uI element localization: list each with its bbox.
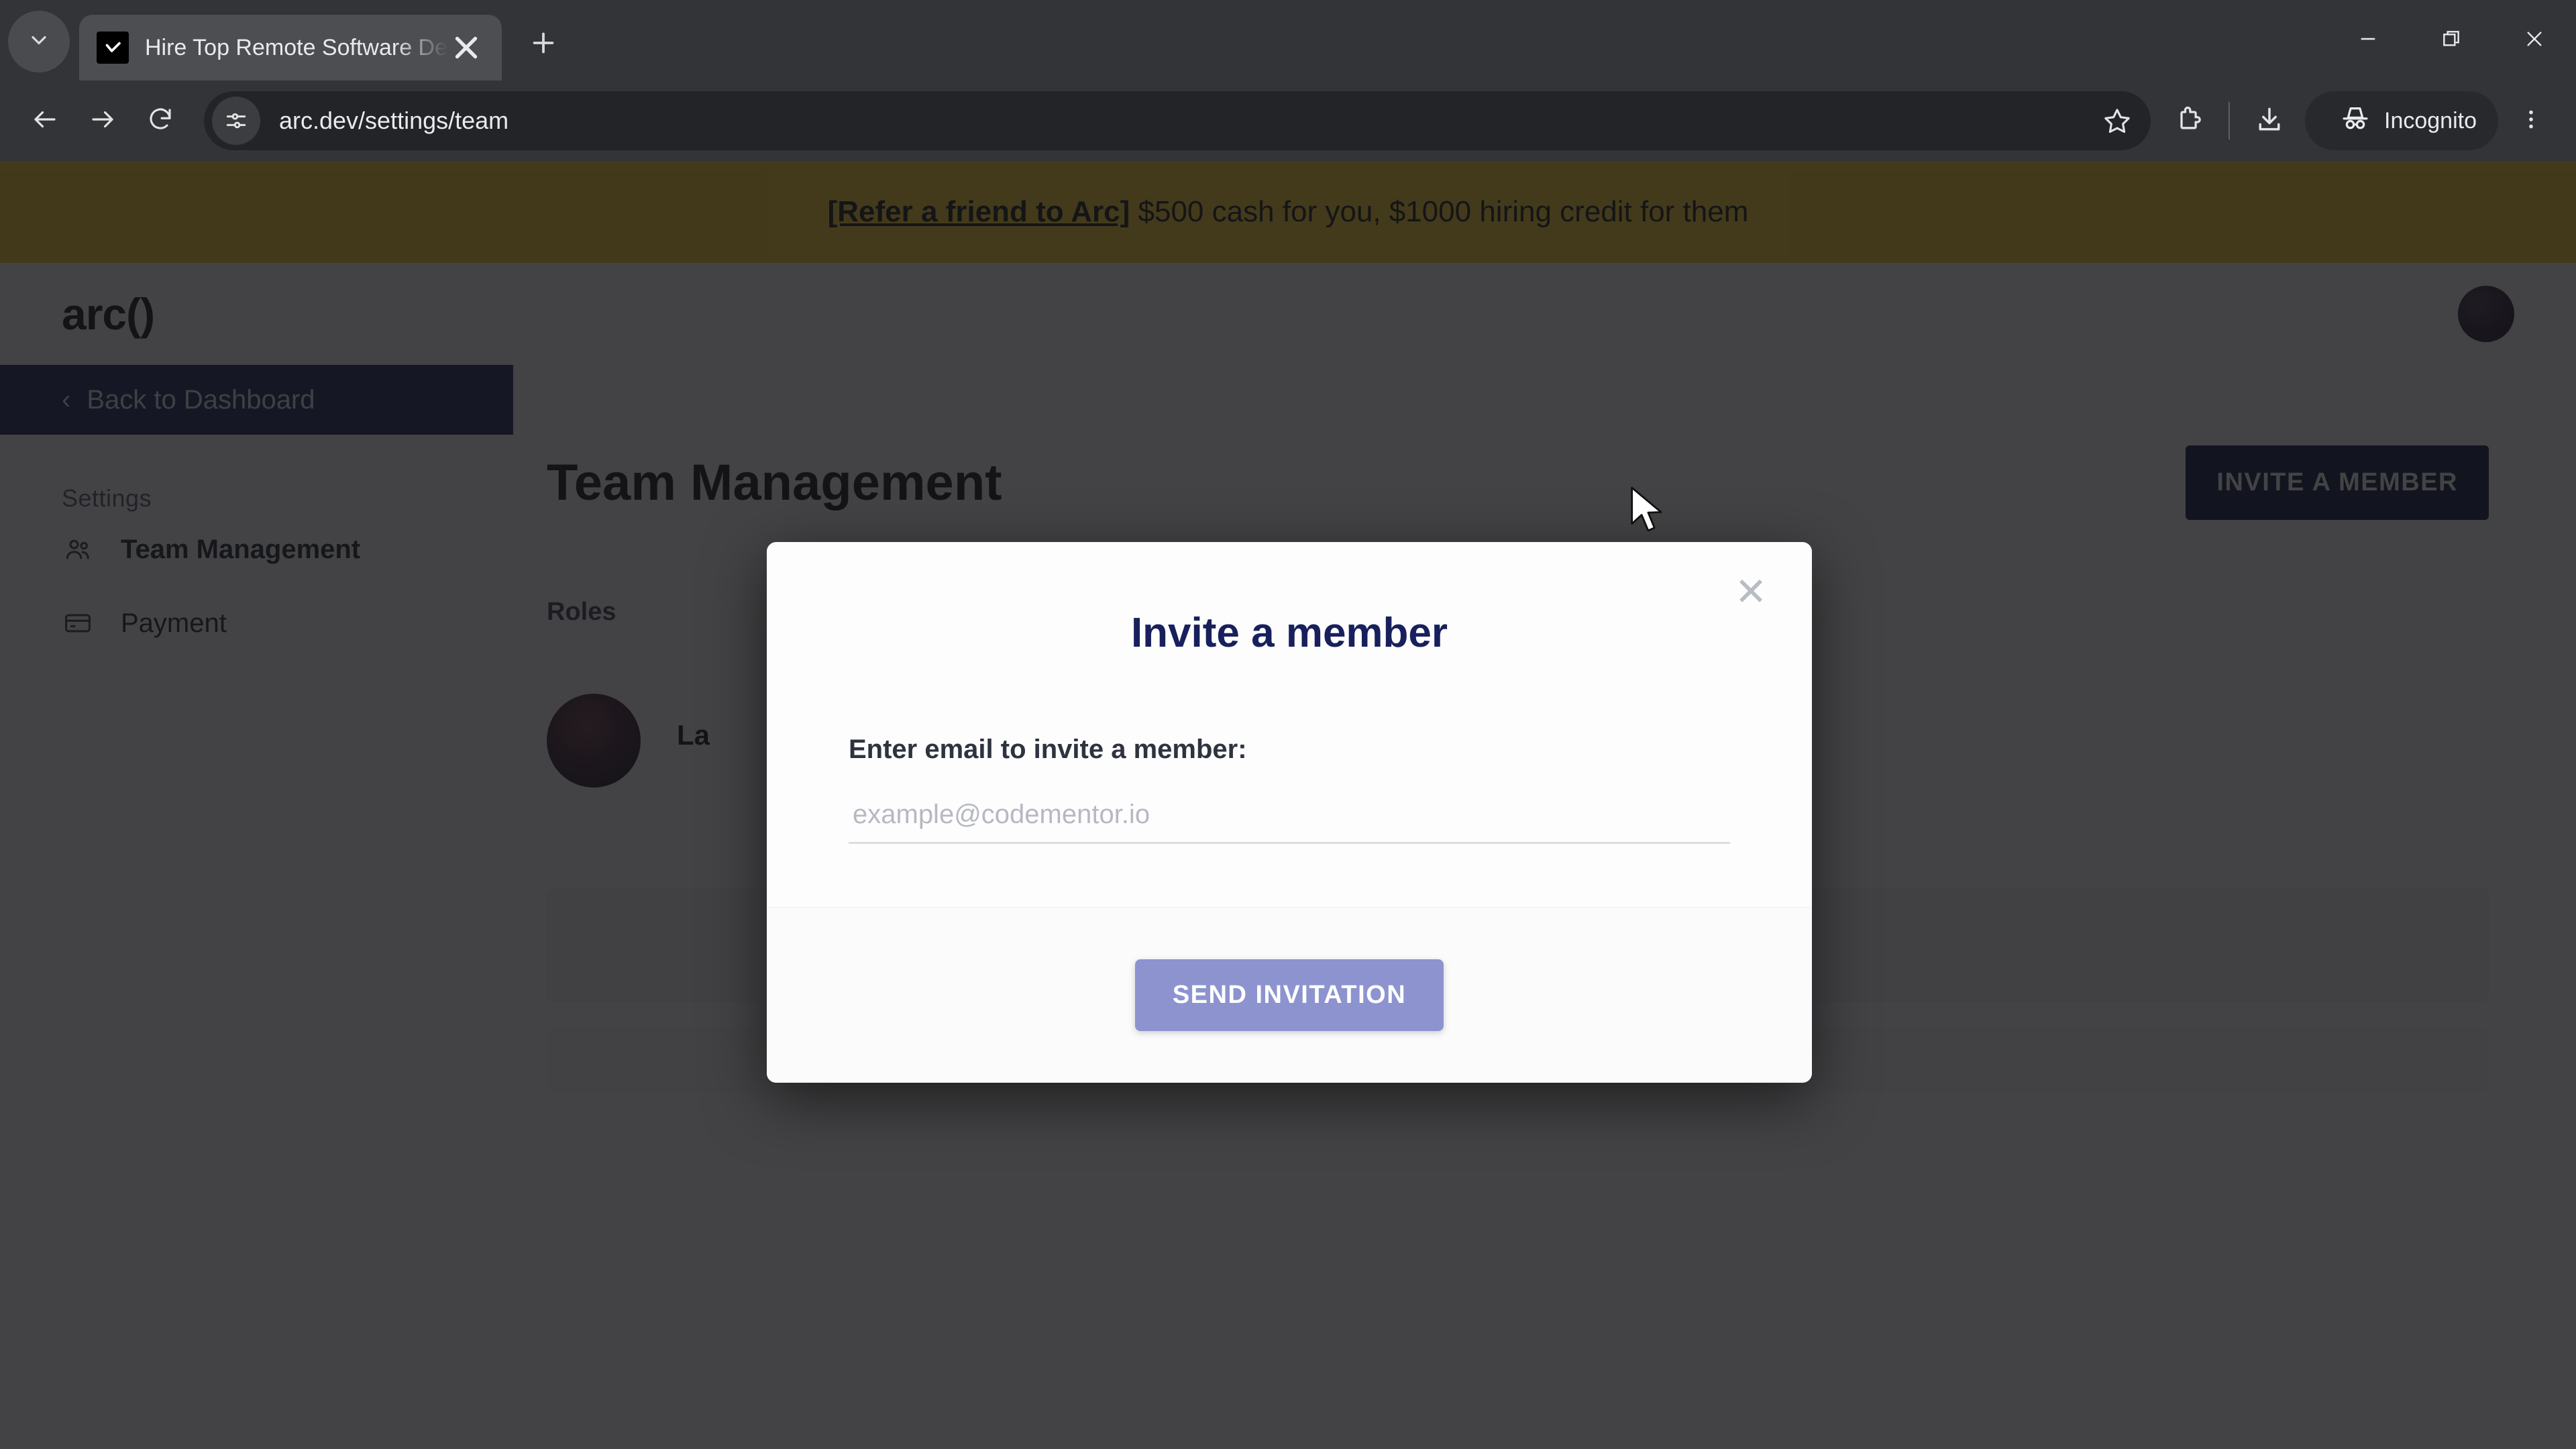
restore-icon (2440, 28, 2462, 53)
send-invitation-button[interactable]: SEND INVITATION (1134, 959, 1444, 1031)
modal-title: Invite a member (1130, 610, 1448, 656)
email-field[interactable] (849, 788, 1730, 844)
modal-body: Enter email to invite a member: (767, 735, 1812, 844)
browser-window: Hire Top Remote Software Deve arc.dev/se… (0, 0, 2576, 1449)
reload-button[interactable] (131, 92, 189, 150)
back-arrow-icon (31, 105, 59, 137)
email-field-label: Enter email to invite a member: (849, 735, 1247, 764)
tab-strip: Hire Top Remote Software Deve (0, 0, 2576, 80)
extensions-button[interactable] (2160, 92, 2218, 150)
plus-icon (528, 27, 559, 67)
download-icon (2255, 105, 2284, 138)
new-tab-button[interactable] (517, 20, 570, 74)
bookmark-star-icon[interactable] (2090, 94, 2144, 148)
window-minimize-button[interactable] (2326, 0, 2410, 80)
browser-tab[interactable]: Hire Top Remote Software Deve (79, 15, 502, 80)
back-button[interactable] (16, 92, 74, 150)
toolbar-divider (2229, 102, 2230, 140)
site-settings-icon[interactable] (212, 97, 260, 145)
downloads-button[interactable] (2241, 92, 2298, 150)
browser-menu-button[interactable] (2502, 92, 2560, 150)
window-maximize-button[interactable] (2410, 0, 2493, 80)
incognito-label: Incognito (2384, 107, 2477, 133)
window-close-button[interactable] (2493, 0, 2576, 80)
invite-member-modal: ✕ Invite a member Enter email to invite … (767, 542, 1812, 1083)
extensions-puzzle-icon (2174, 105, 2204, 138)
tab-search-button[interactable] (8, 11, 70, 72)
close-icon[interactable]: ✕ (1727, 569, 1774, 616)
forward-button[interactable] (74, 92, 131, 150)
three-dot-menu-icon (2519, 107, 2543, 135)
incognito-hat-icon (2340, 103, 2371, 140)
window-controls (2326, 0, 2576, 80)
close-icon (2524, 28, 2545, 53)
arc-check-favicon (97, 32, 129, 64)
address-bar[interactable]: arc.dev/settings/team (204, 91, 2151, 150)
tab-title: Hire Top Remote Software Deve (145, 34, 448, 60)
minimize-icon (2357, 28, 2379, 53)
tab-close-button[interactable] (448, 30, 484, 66)
chevron-down-icon (27, 28, 51, 56)
browser-toolbar: arc.dev/settings/team Incognito (0, 80, 2576, 161)
incognito-indicator[interactable]: Incognito (2305, 91, 2498, 150)
url-text[interactable]: arc.dev/settings/team (279, 107, 2090, 135)
reload-icon (146, 105, 174, 137)
forward-arrow-icon (89, 105, 117, 137)
modal-footer: SEND INVITATION (767, 907, 1812, 1083)
